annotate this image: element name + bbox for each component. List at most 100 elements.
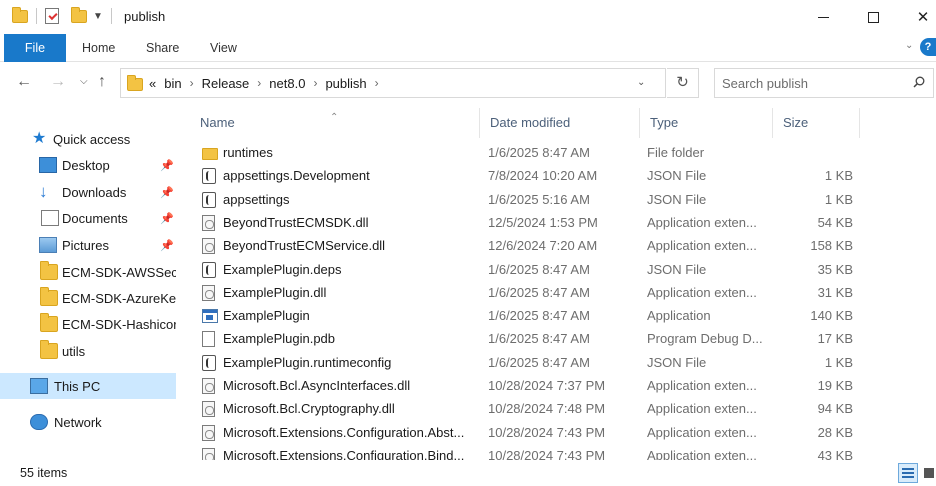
pin-icon[interactable]: 📌 xyxy=(160,159,174,172)
tab-home[interactable]: Home xyxy=(68,34,129,62)
file-row[interactable]: appsettings.Development 7/8/2024 10:20 AM… xyxy=(190,165,870,188)
chevron-right-icon[interactable]: › xyxy=(190,76,194,91)
file-row[interactable]: ExamplePlugin.deps 1/6/2025 8:47 AM JSON F… xyxy=(190,259,870,282)
sort-ascending-icon: ⌃ xyxy=(330,112,339,123)
address-bar[interactable]: « bin › Release › net8.0 › publish › ⌄ xyxy=(120,68,666,98)
file-size: 28 KB xyxy=(817,424,853,440)
file-row[interactable]: Microsoft.Bcl.AsyncInterfaces.dll 10/28/2… xyxy=(190,375,870,398)
properties-icon[interactable] xyxy=(45,8,59,24)
file-row[interactable]: Microsoft.Bcl.Cryptography.dll 10/28/2024… xyxy=(190,398,870,421)
file-type: JSON File xyxy=(647,261,707,277)
search-input[interactable] xyxy=(722,75,902,91)
breadcrumb-overflow[interactable]: « xyxy=(149,76,156,91)
pin-icon[interactable]: 📌 xyxy=(160,239,174,252)
nav-item-desktop[interactable]: Desktop 📌 xyxy=(0,152,176,178)
file-row[interactable]: ExamplePlugin 1/6/2025 8:47 AM Application… xyxy=(190,305,870,328)
new-folder-icon[interactable] xyxy=(71,6,87,23)
up-button[interactable]: ↑ xyxy=(98,73,106,91)
status-bar: 55 items xyxy=(0,460,936,486)
nav-item-label: Desktop xyxy=(62,157,110,173)
column-header-type[interactable]: Type xyxy=(640,108,773,138)
file-type: JSON File xyxy=(647,354,707,370)
nav-item-utils[interactable]: utils xyxy=(0,338,176,364)
address-toolbar: ← → ⌵ ↑ « bin › Release › net8.0 › publi… xyxy=(0,62,936,104)
file-size: 17 KB xyxy=(817,331,853,347)
file-row[interactable]: Microsoft.Extensions.Configuration.Abst.… xyxy=(190,422,870,445)
dll-file-icon xyxy=(202,284,215,301)
pin-icon[interactable]: 📌 xyxy=(160,212,174,225)
file-icon-cell xyxy=(202,261,218,279)
file-size: 43 KB xyxy=(817,447,853,460)
chevron-right-icon[interactable]: › xyxy=(375,76,379,91)
file-date-modified: 1/6/2025 8:47 AM xyxy=(488,261,590,277)
column-header-label: Name xyxy=(200,115,235,130)
file-size: 1 KB xyxy=(824,191,853,207)
dll-file-icon xyxy=(202,214,215,231)
nav-item-quick-access[interactable]: ★ Quick access xyxy=(0,126,176,152)
tab-share[interactable]: Share xyxy=(132,34,193,62)
file-type: Program Debug D... xyxy=(647,331,763,347)
folder-icon xyxy=(127,75,143,91)
file-type: Application exten... xyxy=(647,378,757,393)
back-button[interactable]: ← xyxy=(16,73,32,91)
forward-button[interactable]: → xyxy=(50,73,66,91)
close-button[interactable]: ✕ xyxy=(900,0,936,34)
file-type: Application exten... xyxy=(647,284,757,300)
file-date-modified: 1/6/2025 5:16 AM xyxy=(488,191,590,207)
maximize-button[interactable] xyxy=(850,0,896,34)
breadcrumb-bin[interactable]: bin xyxy=(164,76,181,91)
file-name: BeyondTrustECMSDK.dll xyxy=(223,214,369,230)
customize-toolbar-icon[interactable]: ▼ xyxy=(93,11,103,22)
nav-item-documents[interactable]: Documents 📌 xyxy=(0,205,176,231)
expand-ribbon-icon[interactable]: ⌄ xyxy=(905,40,913,51)
dll-file-icon xyxy=(202,238,215,255)
minimize-button[interactable] xyxy=(800,0,846,34)
vertical-scrollbar[interactable] xyxy=(920,104,936,460)
large-icons-view-button[interactable] xyxy=(922,463,936,483)
file-row[interactable]: Microsoft.Extensions.Configuration.Bind.… xyxy=(190,445,870,460)
pin-icon[interactable]: 📌 xyxy=(160,186,174,199)
file-row[interactable]: ExamplePlugin.dll 1/6/2025 8:47 AM Applica… xyxy=(190,282,870,305)
star-icon: ★ xyxy=(32,130,47,147)
file-size: 158 KB xyxy=(810,238,853,254)
breadcrumb-release[interactable]: Release xyxy=(202,76,250,91)
nav-item-downloads[interactable]: ↓ Downloads 📌 xyxy=(0,179,176,205)
column-header-size[interactable]: Size xyxy=(773,108,860,138)
file-type: Application exten... xyxy=(647,447,757,460)
nav-item-network[interactable]: Network xyxy=(0,409,176,435)
file-name: Microsoft.Extensions.Configuration.Bind.… xyxy=(223,447,465,460)
details-view-button[interactable] xyxy=(898,463,918,483)
tab-file[interactable]: File xyxy=(4,34,66,62)
file-row[interactable]: BeyondTrustECMSDK.dll 12/5/2024 1:53 PM Ap… xyxy=(190,212,870,235)
tab-view[interactable]: View xyxy=(196,34,251,62)
quick-access-toolbar: ▼ xyxy=(12,6,114,24)
refresh-button[interactable]: ↻ xyxy=(667,68,699,98)
file-row[interactable]: appsettings 1/6/2025 5:16 AM JSON File 1 KB xyxy=(190,189,870,212)
nav-item-ecm-sdk-aws[interactable]: ECM-SDK-AWSSecr xyxy=(0,259,176,285)
chevron-right-icon[interactable]: › xyxy=(257,76,261,91)
help-icon[interactable]: ? xyxy=(920,38,936,56)
nav-item-this-pc[interactable]: This PC xyxy=(0,373,176,399)
nav-item-pictures[interactable]: Pictures 📌 xyxy=(0,232,176,258)
file-row[interactable]: ExamplePlugin.pdb 1/6/2025 8:47 AM Program… xyxy=(190,328,870,351)
item-count: 55 items xyxy=(20,466,68,480)
breadcrumb-publish[interactable]: publish xyxy=(325,76,366,91)
ribbon: File Home Share View ⌄ ? xyxy=(0,34,936,62)
file-row[interactable]: ExamplePlugin.runtimeconfig 1/6/2025 8:47… xyxy=(190,352,870,375)
documents-icon xyxy=(41,210,59,226)
column-header-date[interactable]: Date modified xyxy=(480,108,640,138)
file-row[interactable]: BeyondTrustECMService.dll 12/6/2024 7:20 … xyxy=(190,235,870,258)
chevron-right-icon[interactable]: › xyxy=(313,76,317,91)
column-header-name[interactable]: ⌃ Name xyxy=(190,108,480,138)
network-icon xyxy=(30,414,48,430)
file-icon-cell xyxy=(202,238,218,255)
file-row[interactable]: runtimes 1/6/2025 8:47 AM File folder xyxy=(190,142,870,165)
nav-item-ecm-sdk-azure[interactable]: ECM-SDK-AzureKey xyxy=(0,285,176,311)
nav-item-ecm-sdk-hashicorp[interactable]: ECM-SDK-Hashicor xyxy=(0,311,176,337)
search-box[interactable] xyxy=(714,68,934,98)
nav-item-label: Downloads xyxy=(62,184,127,200)
breadcrumb-net8[interactable]: net8.0 xyxy=(269,76,305,91)
recent-locations-icon[interactable]: ⌵ xyxy=(80,76,88,87)
chevron-down-icon[interactable]: ⌄ xyxy=(637,77,645,88)
nav-item-label: ECM-SDK-Hashicor xyxy=(62,316,176,332)
